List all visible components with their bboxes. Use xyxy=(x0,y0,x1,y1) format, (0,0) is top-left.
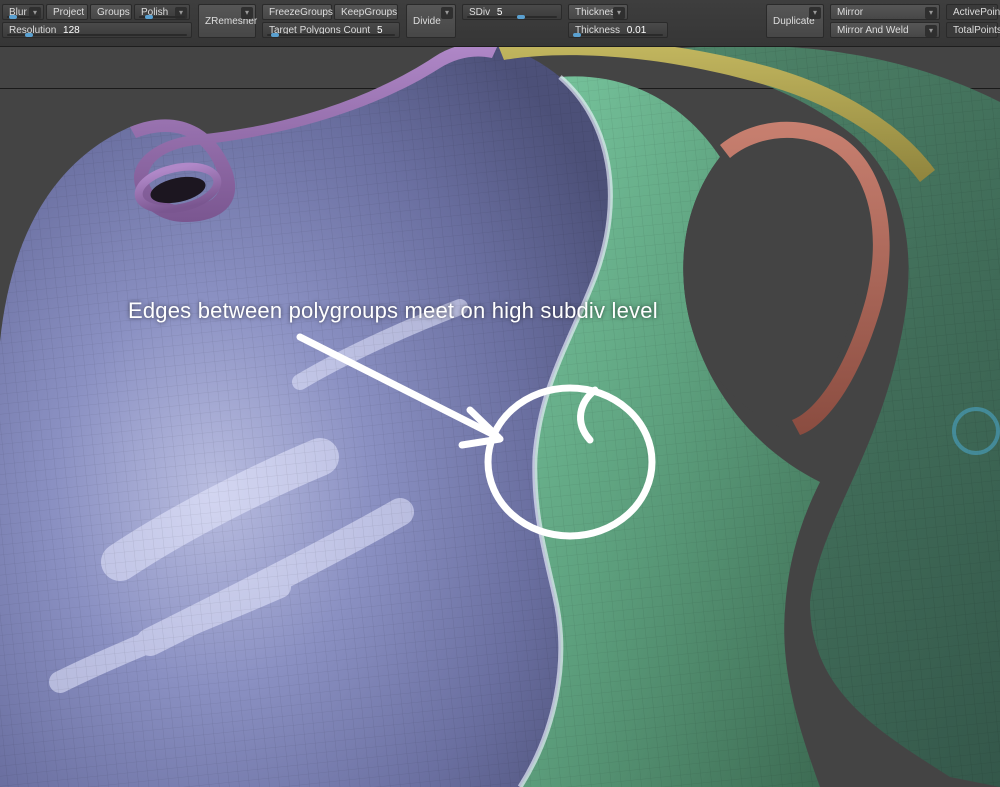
divide-button[interactable]: Divide ▾ xyxy=(406,4,456,38)
sdiv-slider[interactable]: SDiv 5 xyxy=(462,4,562,20)
chevron-down-icon[interactable]: ▾ xyxy=(809,7,821,19)
thickness-slider[interactable]: Thickness 0.01 xyxy=(568,22,668,38)
groups-button[interactable]: Groups xyxy=(90,4,132,20)
points-readout-group: ActivePoints TotalPoints xyxy=(946,4,998,38)
mirror-group: Mirror ▾ Mirror And Weld ▾ xyxy=(830,4,940,38)
zremesher-options-group: FreezeGroups KeepGroups Target Polygons … xyxy=(262,4,400,38)
thickness-group: Thickness ▾ Thickness 0.01 xyxy=(568,4,668,38)
mirror-weld-button[interactable]: Mirror And Weld ▾ xyxy=(830,22,940,38)
chevron-down-icon[interactable]: ▾ xyxy=(613,7,625,19)
viewport[interactable]: Edges between polygroups meet on high su… xyxy=(0,42,1000,787)
project-button[interactable]: Project xyxy=(46,4,88,20)
sdiv-group: SDiv 5 xyxy=(462,4,562,20)
thickness-button[interactable]: Thickness ▾ xyxy=(568,4,628,20)
mirror-button[interactable]: Mirror ▾ xyxy=(830,4,940,20)
chevron-down-icon[interactable]: ▾ xyxy=(925,25,937,37)
target-poly-slider[interactable]: Target Polygons Count 5 xyxy=(262,22,400,38)
polish-slider[interactable]: Polish 10 ▾ xyxy=(134,4,190,20)
top-toolbar: Blur2 ▾ Project Groups Polish 10 ▾ Resol… xyxy=(0,0,1000,47)
divide-group: Divide ▾ xyxy=(406,4,456,38)
active-points-readout: ActivePoints xyxy=(946,4,998,20)
zremesher-group: ZRemesher ▾ xyxy=(198,4,256,38)
freeze-groups-button[interactable]: FreezeGroups xyxy=(262,4,332,20)
zremesher-button[interactable]: ZRemesher ▾ xyxy=(198,4,256,38)
chevron-down-icon[interactable]: ▾ xyxy=(925,7,937,19)
blur-slider[interactable]: Blur2 ▾ xyxy=(2,4,44,20)
duplicate-group: Duplicate ▾ xyxy=(766,4,824,38)
chevron-down-icon[interactable]: ▾ xyxy=(241,7,253,19)
decimation-group: Blur2 ▾ Project Groups Polish 10 ▾ Resol… xyxy=(2,4,192,38)
duplicate-button[interactable]: Duplicate ▾ xyxy=(766,4,824,38)
total-points-readout: TotalPoints xyxy=(946,22,998,38)
mesh-render xyxy=(0,42,1000,787)
chevron-down-icon[interactable]: ▾ xyxy=(441,7,453,19)
keep-groups-button[interactable]: KeepGroups xyxy=(334,4,398,20)
resolution-slider[interactable]: Resolution 128 xyxy=(2,22,192,38)
